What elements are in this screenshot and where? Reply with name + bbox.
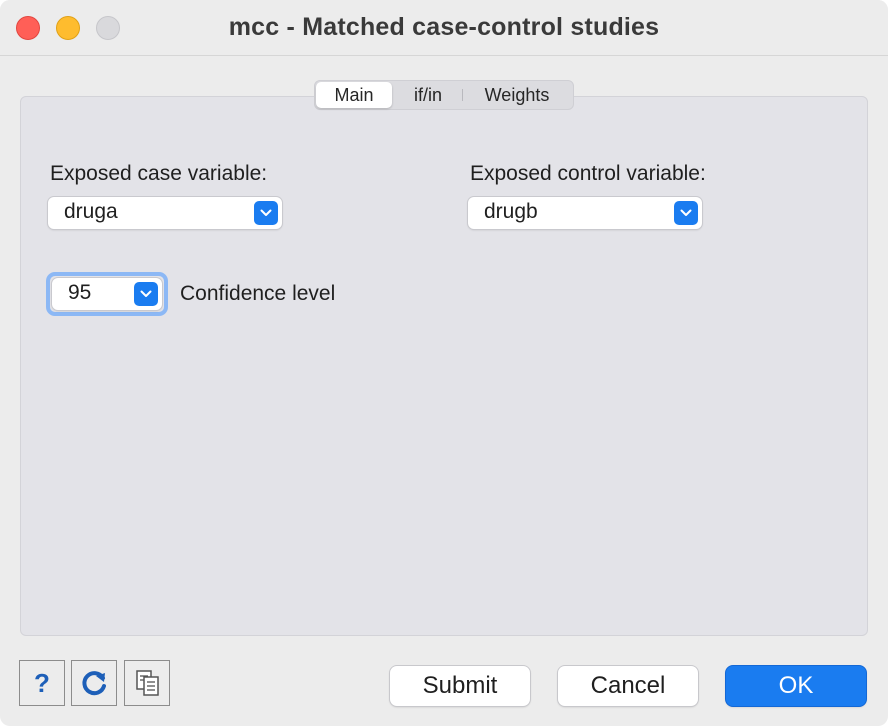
reset-button[interactable] [71,660,117,706]
title-bar[interactable]: mcc - Matched case-control studies [0,0,888,56]
copy-command-button[interactable] [124,660,170,706]
exposed-control-label: Exposed control variable: [470,162,706,185]
exposed-case-value: druga [64,200,118,223]
confidence-level-value: 95 [68,281,92,304]
submit-button[interactable]: Submit [390,666,530,706]
chevron-down-icon [254,201,278,225]
exposed-case-label: Exposed case variable: [50,162,268,185]
dialog-window: mcc - Matched case-control studies Main … [0,0,888,726]
cancel-button[interactable]: Cancel [558,666,698,706]
tab-bar: Main if/in Weights [314,80,574,110]
tab-if-in[interactable]: if/in [399,82,457,108]
tab-main[interactable]: Main [316,82,392,108]
confidence-level-label: Confidence level [180,282,336,305]
tab-separator [462,89,463,101]
copy-command-icon [136,670,159,696]
tab-weights[interactable]: Weights [471,82,563,108]
window-title: mcc - Matched case-control studies [228,13,660,41]
help-icon: ? [34,667,50,698]
exposed-control-value: drugb [484,200,538,223]
confidence-level-combobox[interactable]: 95 [52,278,162,310]
chevron-down-icon [674,201,698,225]
help-button[interactable]: ? [19,660,65,706]
exposed-case-select[interactable]: druga [48,197,282,229]
reset-icon [82,671,106,696]
ok-button[interactable]: OK [726,666,866,706]
chevron-down-icon[interactable] [134,282,158,306]
exposed-control-select[interactable]: drugb [468,197,702,229]
